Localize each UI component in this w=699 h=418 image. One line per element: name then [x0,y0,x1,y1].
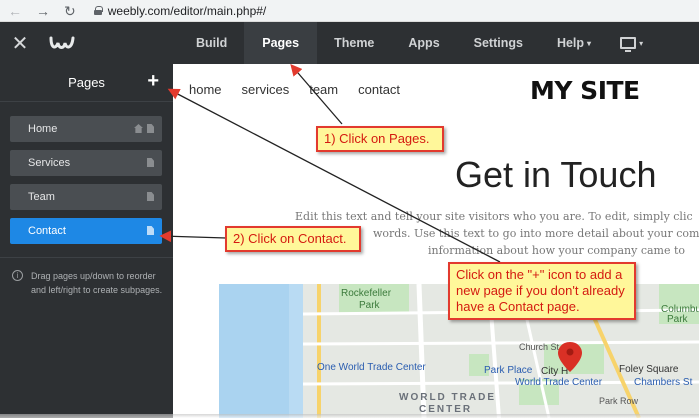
hint-text: Drag pages up/down to reorder and left/r… [31,271,163,295]
browser-toolbar: ← → ↻ weebly.com/editor/main.php#/ [0,0,699,22]
page-icon[interactable] [147,158,154,167]
site-nav-contact[interactable]: contact [358,82,400,97]
sidebar-header: Pages + [0,64,173,102]
map-label: WORLD TRADE [399,392,496,403]
callout-click-pages: 1) Click on Pages. [316,126,444,152]
page-icon[interactable] [147,124,154,133]
tab-apps-label: Apps [408,36,440,50]
device-preview-toggle[interactable]: ▾ [620,37,644,52]
map-label: Church St [519,342,560,352]
sidebar-title: Pages [68,75,105,90]
info-icon: i [12,270,23,281]
sidebar-hint: i Drag pages up/down to reorder and left… [12,269,171,297]
map-label: One World Trade Center [317,362,426,373]
chevron-down-icon: ▾ [639,38,644,48]
page-item-label: Home [28,123,58,135]
editor-topnav: ✕ Build Pages Theme Apps Settings Help ▾ … [0,22,699,64]
hero-heading[interactable]: Get in Touch [455,154,656,196]
tab-build[interactable]: Build [179,22,244,64]
forward-arrow-icon[interactable]: → [36,4,50,18]
map-label: Park Row [599,396,639,406]
tab-settings[interactable]: Settings [457,22,540,64]
tab-apps[interactable]: Apps [391,22,456,64]
editor-tabs: Build Pages Theme Apps Settings Help ▾ ▾ [179,22,643,64]
page-icon[interactable] [147,192,154,201]
map-label: Park [667,314,689,325]
screenshot-edge [0,414,699,418]
tab-theme[interactable]: Theme [317,22,391,64]
tab-settings-label: Settings [473,36,523,50]
add-page-icon[interactable]: + [147,70,159,93]
tab-theme-label: Theme [334,36,375,50]
site-nav-services[interactable]: services [242,82,290,97]
page-item-label: Contact [28,225,66,237]
map-label: City H [541,366,568,377]
close-icon[interactable]: ✕ [0,31,40,56]
address-bar[interactable]: weebly.com/editor/main.php#/ [93,4,267,18]
tab-help[interactable]: Help ▾ [540,22,608,64]
map-label: World Trade Center [515,377,603,388]
monitor-icon [620,37,637,52]
lock-icon [93,6,103,15]
back-arrow-icon[interactable]: ← [8,4,22,18]
site-nav: home services team contact [189,82,400,97]
reload-icon[interactable]: ↻ [64,4,76,18]
page-item-label: Team [28,191,55,203]
site-title[interactable]: MY SITE [530,76,640,105]
site-nav-home[interactable]: home [189,82,222,97]
map-label: Rockefeller [341,288,392,299]
page-item-contact[interactable]: Contact [10,218,162,244]
map-label: Park Place [484,365,533,376]
callout-add-page: Click on the "+" icon to add a new page … [448,262,636,320]
page-icon[interactable] [147,226,154,235]
map-label: Foley Square [619,364,679,375]
page-item-team[interactable]: Team [10,184,162,210]
chevron-down-icon: ▾ [587,38,592,48]
body-line: Edit this text and tell your site visito… [295,210,693,223]
tab-pages-label: Pages [262,36,300,50]
page-item-home[interactable]: Home [10,116,162,142]
home-icon [134,124,143,133]
page-item-services[interactable]: Services [10,150,162,176]
tab-pages[interactable]: Pages [244,22,318,64]
site-nav-team[interactable]: team [309,82,338,97]
callout-click-contact: 2) Click on Contact. [225,226,361,252]
pages-sidebar: Pages + Home Services Team Contact i Dra… [0,64,173,418]
page-item-label: Services [28,157,71,169]
weebly-logo-icon [40,22,84,64]
divider [0,257,173,258]
url-text[interactable]: weebly.com/editor/main.php#/ [108,4,267,18]
tab-help-label: Help [556,36,585,50]
map-label: Chambers St [634,377,693,388]
map-label: Park [359,300,381,311]
tab-build-label: Build [196,36,228,50]
